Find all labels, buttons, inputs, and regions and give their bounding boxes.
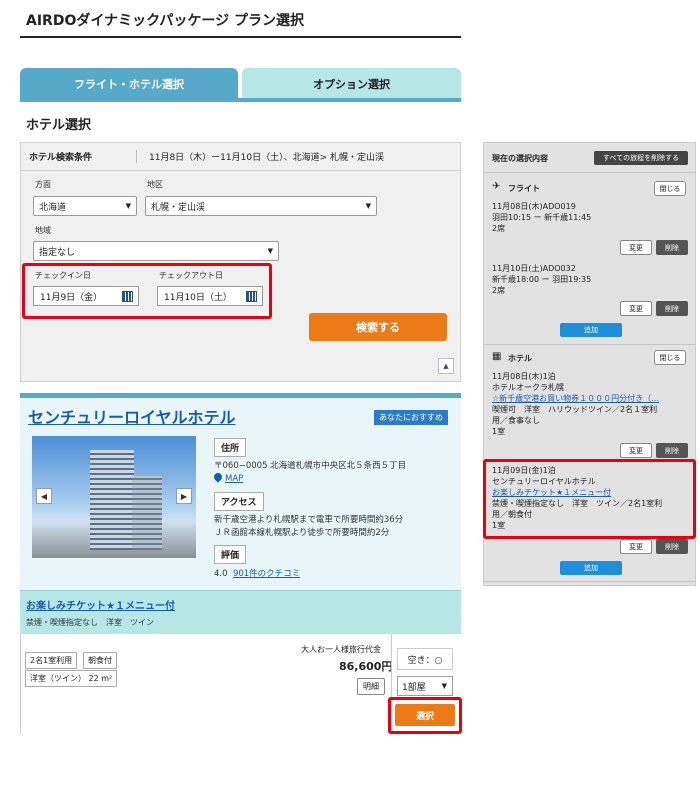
- search-header: ホテル検索条件 11月8日（木）ー11月10日（土）、北海道> 札幌・定山渓: [21, 143, 460, 171]
- area-label: 地区: [147, 180, 163, 189]
- flight-section-label: フライト: [508, 184, 540, 193]
- building-shape: [132, 476, 162, 550]
- page-title: AIRDOダイナミックパッケージ プラン選択: [26, 13, 304, 29]
- map-link[interactable]: MAP: [225, 474, 243, 484]
- highlight-selected-hotel: [483, 459, 696, 539]
- flight2-line1: 11月10日(土)ADO032: [492, 264, 576, 273]
- prev-photo-icon[interactable]: ◀: [36, 488, 52, 504]
- hotel1-line5: 用／食事なし: [492, 416, 540, 425]
- flight2-edit-button[interactable]: 変更: [620, 301, 652, 316]
- map-row: MAP: [212, 471, 243, 486]
- sidebar-divider: [484, 344, 695, 345]
- tab-underline: [20, 98, 461, 102]
- title-divider: [20, 36, 461, 38]
- section-title: ホテル選択: [26, 118, 92, 133]
- address-tag: 住所: [214, 438, 247, 457]
- hotel2-delete-button[interactable]: 削除: [656, 539, 688, 554]
- region-select[interactable]: 指定なし ▼: [33, 241, 279, 261]
- rooms-value: 1部屋: [402, 682, 426, 693]
- hotel2-edit-button[interactable]: 変更: [620, 539, 652, 554]
- hotel-card: センチュリーロイヤルホテル あなたにおすすめ ◀ ▶ 住所 〒060−0005 …: [20, 393, 461, 590]
- chevron-down-icon: ▼: [365, 202, 371, 210]
- map-pin-icon: [212, 471, 224, 483]
- flight2-delete-button[interactable]: 削除: [656, 301, 688, 316]
- direction-value: 北海道: [39, 202, 67, 213]
- sidebar-divider: [484, 581, 695, 582]
- direction-label: 方面: [35, 180, 51, 189]
- rating-value: 4.0: [214, 569, 228, 579]
- flight1-line3: 2席: [492, 224, 506, 233]
- recommend-badge: あなたにおすすめ: [374, 410, 448, 425]
- area-value: 札幌・定山渓: [151, 202, 206, 213]
- tab-flight-hotel[interactable]: フライト・ホテル選択: [20, 68, 238, 100]
- hotel-search-panel: ホテル検索条件 11月8日（木）ー11月10日（土）、北海道> 札幌・定山渓 方…: [20, 142, 461, 382]
- plan-header: お楽しみチケット★１メニュー付 禁煙・喫煙指定なし 洋室 ツイン: [20, 590, 461, 634]
- hotel-name-link[interactable]: センチュリーロイヤルホテル: [28, 404, 236, 428]
- clear-all-button[interactable]: すべての旅程を削除する: [594, 151, 688, 165]
- add-hotel-button[interactable]: 追加: [560, 561, 622, 575]
- availability: 空き：○: [397, 648, 453, 670]
- plan-description: 禁煙・喫煙指定なし 洋室 ツイン: [26, 618, 154, 627]
- airplane-icon: ✈: [492, 181, 501, 192]
- flight2-line2: 新千歳18:00 ー 羽田19:35: [492, 275, 592, 284]
- hotel-photo: ◀ ▶: [32, 436, 196, 558]
- search-summary: 11月8日（木）ー11月10日（土）、北海道> 札幌・定山渓: [149, 153, 384, 163]
- collapse-up-icon[interactable]: ▲: [438, 358, 454, 374]
- hotel1-line2: ホテルオークラ札幌: [492, 383, 564, 392]
- building-shape: [90, 450, 134, 550]
- sidebar-title: 現在の選択内容: [492, 154, 548, 163]
- area-select[interactable]: 札幌・定山渓 ▼: [145, 196, 377, 216]
- flight2-line3: 2席: [492, 286, 506, 295]
- address-text: 〒060−0005 北海道札幌市中央区北５条西５丁目: [214, 461, 407, 471]
- hotel1-line1: 11月08日(木)1泊: [492, 372, 556, 381]
- hotel-close-button[interactable]: 閉じる: [654, 350, 686, 365]
- plan-name-link[interactable]: お楽しみチケット★１メニュー付: [26, 597, 175, 612]
- price-label: 大人お一人様旅行代金: [301, 645, 381, 654]
- region-value: 指定なし: [39, 247, 76, 258]
- access-tag: アクセス: [214, 492, 264, 511]
- add-flight-button[interactable]: 追加: [560, 323, 622, 337]
- rating-tag: 評価: [214, 545, 247, 564]
- hotel1-line4: 喫煙可 洋室 ハリウッドツイン／2名１室利: [492, 405, 658, 414]
- reviews-link[interactable]: 901件のクチコミ: [233, 569, 300, 579]
- hotel1-line6: 1室: [492, 427, 506, 436]
- search-button[interactable]: 検索する: [309, 313, 447, 341]
- next-photo-icon[interactable]: ▶: [176, 488, 192, 504]
- chevron-down-icon: ▼: [267, 247, 273, 255]
- flight-close-button[interactable]: 閉じる: [654, 181, 686, 196]
- hotel1-delete-button[interactable]: 削除: [656, 443, 688, 458]
- hotel1-edit-button[interactable]: 変更: [620, 443, 652, 458]
- flight1-line1: 11月08日(木)ADO019: [492, 202, 576, 211]
- flight1-edit-button[interactable]: 変更: [620, 240, 652, 255]
- flight1-line2: 羽田10:15 ー 新千歳11:45: [492, 213, 592, 222]
- price-value: 86,600円: [339, 660, 393, 673]
- building-icon: ▦: [492, 351, 502, 362]
- chevron-down-icon: ▼: [441, 682, 447, 690]
- sidebar-header: 現在の選択内容 すべての旅程を削除する: [484, 143, 695, 173]
- search-header-label: ホテル検索条件: [21, 150, 137, 163]
- access-line-2: ＪＲ函館本線札幌駅より徒歩で所要時間約2分: [214, 528, 390, 538]
- rooms-select[interactable]: 1部屋 ▼: [397, 676, 453, 696]
- region-label: 地域: [35, 226, 51, 235]
- hotel-section-label: ホテル: [508, 354, 532, 363]
- hotel1-plan-link[interactable]: ☆新千歳空港お買い物券１０００円分付き（…: [492, 393, 659, 404]
- access-line-1: 新千歳空港より札幌駅まで電車で所要時間約36分: [214, 515, 404, 525]
- highlight-dates: [22, 263, 272, 319]
- direction-select[interactable]: 北海道 ▼: [33, 196, 137, 216]
- chevron-down-icon: ▼: [125, 202, 131, 210]
- occupancy-chip: 2名1室利用: [25, 652, 78, 669]
- flight1-delete-button[interactable]: 削除: [656, 240, 688, 255]
- detail-button[interactable]: 明細: [357, 678, 385, 695]
- room-chip: 洋室（ツイン） 22 m²: [25, 670, 118, 687]
- tab-options[interactable]: オプション選択: [242, 68, 461, 100]
- highlight-select: [388, 697, 462, 734]
- rating-row: 4.0 901件のクチコミ: [214, 568, 300, 581]
- meal-chip: 朝食付: [83, 652, 117, 669]
